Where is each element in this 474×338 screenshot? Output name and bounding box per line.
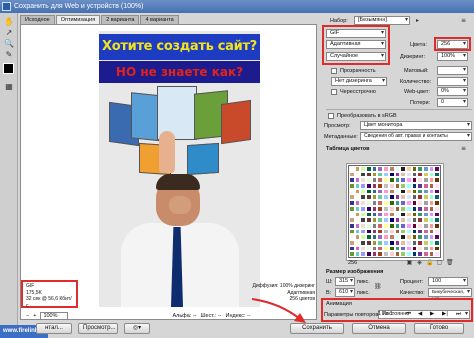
percent-input[interactable]: 100 xyxy=(428,277,468,286)
browser-select-button[interactable]: ◎▾ xyxy=(124,323,150,334)
zoom-minus-button[interactable]: − xyxy=(26,313,29,319)
divider xyxy=(326,109,472,110)
tab-4-up[interactable]: 4 варианта xyxy=(140,15,179,24)
height-input[interactable]: 610 xyxy=(335,288,355,297)
quality-select[interactable]: Бикубическая, чет... xyxy=(428,288,472,302)
quality-label: Качество: xyxy=(400,290,425,296)
matte-select[interactable] xyxy=(437,66,468,75)
globe-icon: ◎▾ xyxy=(132,325,142,331)
first-frame-icon[interactable]: ⏮ xyxy=(406,311,411,318)
width-input[interactable]: 315 xyxy=(335,277,355,286)
colors-select[interactable]: 256 xyxy=(437,40,468,49)
optimized-file-info: GIF 175,5K 32 сек @ 56,6 Кбит/с xyxy=(21,280,78,309)
hand-tool-icon[interactable]: ✋ xyxy=(3,16,15,26)
alpha-readout: Альфа: -- xyxy=(172,313,197,319)
preview-label: Просмотр: xyxy=(324,123,351,129)
color-reduction-select[interactable]: Адаптивная xyxy=(326,40,386,49)
interlaced-checkbox[interactable] xyxy=(331,89,337,95)
zoom-plus-button[interactable]: + xyxy=(33,313,36,319)
eyedropper-tool-icon[interactable]: ✎ xyxy=(3,49,15,59)
index-readout: Индекс: -- xyxy=(225,313,251,319)
lock-color-icon[interactable]: 🔒 xyxy=(426,259,433,266)
frame-counter: 1 из 1 xyxy=(378,311,393,317)
preset-label: Набор: xyxy=(330,18,348,24)
map-to-transparent-icon[interactable]: ▣ xyxy=(406,259,413,266)
image-headline-1: Хотите создать сайт? xyxy=(99,34,260,60)
transparency-label: Прозрачность xyxy=(340,68,376,74)
percent-label: Процент: xyxy=(400,279,424,285)
preset-select[interactable]: [Безымянн] xyxy=(354,16,410,25)
height-unit: пикс. xyxy=(357,290,370,296)
animation-title: Анимация xyxy=(326,301,352,307)
toggle-slices-icon[interactable]: ▦ xyxy=(3,81,15,91)
transparency-dither-select[interactable]: Нет дизеринга xyxy=(331,77,387,86)
hex-readout: Шест.: -- xyxy=(200,313,222,319)
play-icon[interactable]: ▶ xyxy=(430,311,434,317)
web-snap-label: Web-цвет: xyxy=(404,89,430,95)
view-tabs: Исходное Оптимизация 2 варианта 4 вариан… xyxy=(20,15,179,24)
last-frame-icon[interactable]: ⏭ xyxy=(456,311,461,318)
tab-optimized[interactable]: Оптимизация xyxy=(55,15,101,24)
tool-palette: ✋ ↗ 🔍 ✎ ▦ xyxy=(0,13,18,338)
file-format-select[interactable]: GIF xyxy=(326,29,386,38)
optimize-menu-icon[interactable]: ≡ xyxy=(460,17,467,24)
web-shift-icon[interactable]: ◈ xyxy=(416,259,423,266)
preview-select[interactable]: Цвет монитора xyxy=(360,121,472,130)
width-unit: пикс. xyxy=(357,279,370,285)
preview-image: Хотите создать сайт? НО не знаете как? xyxy=(99,31,260,307)
dither-algorithm-select[interactable]: Случайное xyxy=(326,52,386,61)
amount-input[interactable] xyxy=(437,77,468,86)
zoom-tool-icon[interactable]: 🔍 xyxy=(3,38,15,48)
interlaced-label: Чересстрочно xyxy=(340,89,376,95)
color-table-swatch[interactable] xyxy=(434,251,440,257)
pointing-hand-graphic xyxy=(159,131,175,173)
matte-label: Матовый: xyxy=(404,68,429,74)
metadata-label: Метаданные: xyxy=(324,134,358,140)
app-icon xyxy=(2,2,11,11)
done-button[interactable]: Готово xyxy=(414,323,464,334)
footer-left-buttons: нтал... Просмотр... ◎▾ xyxy=(36,323,150,335)
download-time: 32 сек @ 56,6 Кбит/с xyxy=(26,296,72,309)
lossy-input[interactable]: 0 xyxy=(437,98,468,107)
preview-button[interactable]: Просмотр... xyxy=(78,323,118,334)
preview-canvas[interactable]: Хотите создать сайт? НО не знаете как? xyxy=(20,24,317,320)
window-title: Сохранить для Web и устройств (100%) xyxy=(14,3,144,10)
zoom-level-select[interactable]: 100% xyxy=(40,312,69,320)
dither-amount-input[interactable]: 100% xyxy=(437,52,468,61)
eyedropper-color-swatch[interactable] xyxy=(3,63,14,74)
save-preset-icon[interactable]: ▸ xyxy=(414,17,421,24)
delete-color-icon[interactable]: 🗑 xyxy=(446,259,454,266)
annotation-arrow xyxy=(251,298,306,323)
web-snap-input[interactable]: 0% xyxy=(437,87,468,96)
lossy-label: Потери: xyxy=(410,100,431,106)
window-titlebar: Сохранить для Web и устройств (100%) xyxy=(0,0,474,13)
metadata-select[interactable]: Сведения об авт. правах и контакты xyxy=(360,132,472,141)
dither-label: Дизеринг: xyxy=(400,54,426,60)
device-central-button[interactable]: нтал... xyxy=(36,323,72,334)
tab-2-up[interactable]: 2 варианта xyxy=(101,15,140,24)
previous-frame-icon[interactable]: ◀ xyxy=(418,311,422,317)
slice-select-tool-icon[interactable]: ↗ xyxy=(3,27,15,37)
color-count: 256 xyxy=(348,260,358,266)
transparency-checkbox[interactable] xyxy=(331,68,337,74)
image-size-title: Размер изображения xyxy=(326,269,384,275)
convert-srgb-checkbox[interactable] xyxy=(328,113,334,119)
image-headline-2: НО не знаете как? xyxy=(99,61,260,83)
animation-controls: 1 из 1 ⏮ ◀ ▶ ▶| ⏭ xyxy=(330,311,474,321)
colors-label: Цвета: xyxy=(410,42,427,48)
color-table[interactable] xyxy=(348,165,441,258)
color-table-menu-icon[interactable]: ≡ xyxy=(460,145,467,152)
height-label: В: xyxy=(326,290,332,296)
convert-srgb-label: Преобразовать в sRGB xyxy=(337,113,397,119)
cancel-button[interactable]: Отмена xyxy=(352,323,406,334)
next-frame-icon[interactable]: ▶| xyxy=(442,311,448,317)
amount-label: Количество: xyxy=(400,79,432,85)
width-label: Ш: xyxy=(326,279,333,285)
tab-original[interactable]: Исходное xyxy=(20,15,55,24)
constrain-proportions-icon[interactable]: ⛓ xyxy=(374,283,382,290)
color-table-title: Таблица цветов xyxy=(326,146,370,152)
new-color-icon[interactable]: ▢ xyxy=(436,259,443,266)
optimize-settings-panel: Набор: [Безымянн] ▸ ≡ GIF Адаптивная Слу… xyxy=(318,13,474,323)
website-thumbnails-graphic xyxy=(99,86,260,186)
